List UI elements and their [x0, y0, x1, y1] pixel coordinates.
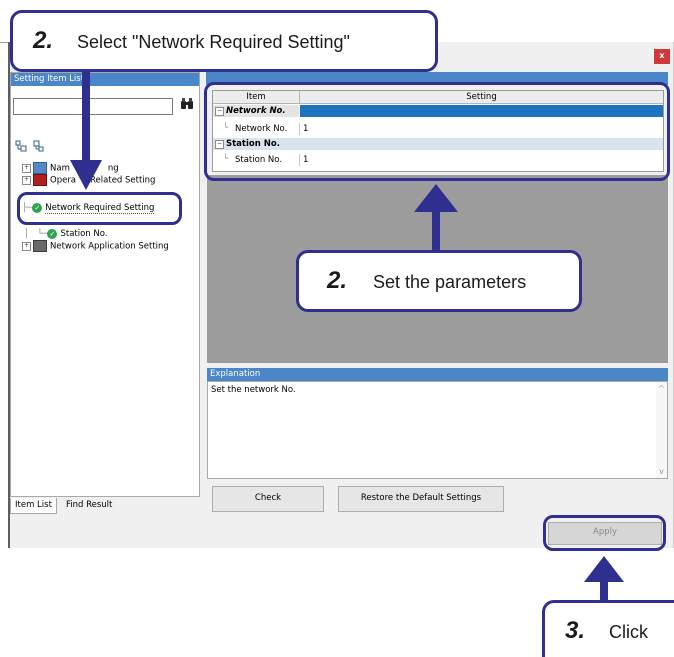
arrow-2-shaft [432, 208, 440, 250]
step-number: 3. [565, 617, 586, 644]
callout-text: Select "Network Required Setting" [77, 32, 350, 52]
arrow-1-head [70, 160, 102, 190]
callout-click-apply: 3. Click [542, 600, 674, 657]
arrow-2-head [414, 184, 458, 212]
callout-select-network-required: 2. Select "Network Required Setting" [10, 10, 438, 72]
callout-text: Click [609, 622, 648, 642]
step-number: 2. [33, 27, 54, 54]
step-number: 2. [327, 267, 348, 294]
callout-text: Set the parameters [373, 272, 527, 292]
callout-set-parameters: 2. Set the parameters [296, 250, 582, 312]
arrow-1-shaft [82, 72, 90, 164]
arrow-3-head [584, 556, 624, 582]
callout-arrows [70, 72, 624, 600]
